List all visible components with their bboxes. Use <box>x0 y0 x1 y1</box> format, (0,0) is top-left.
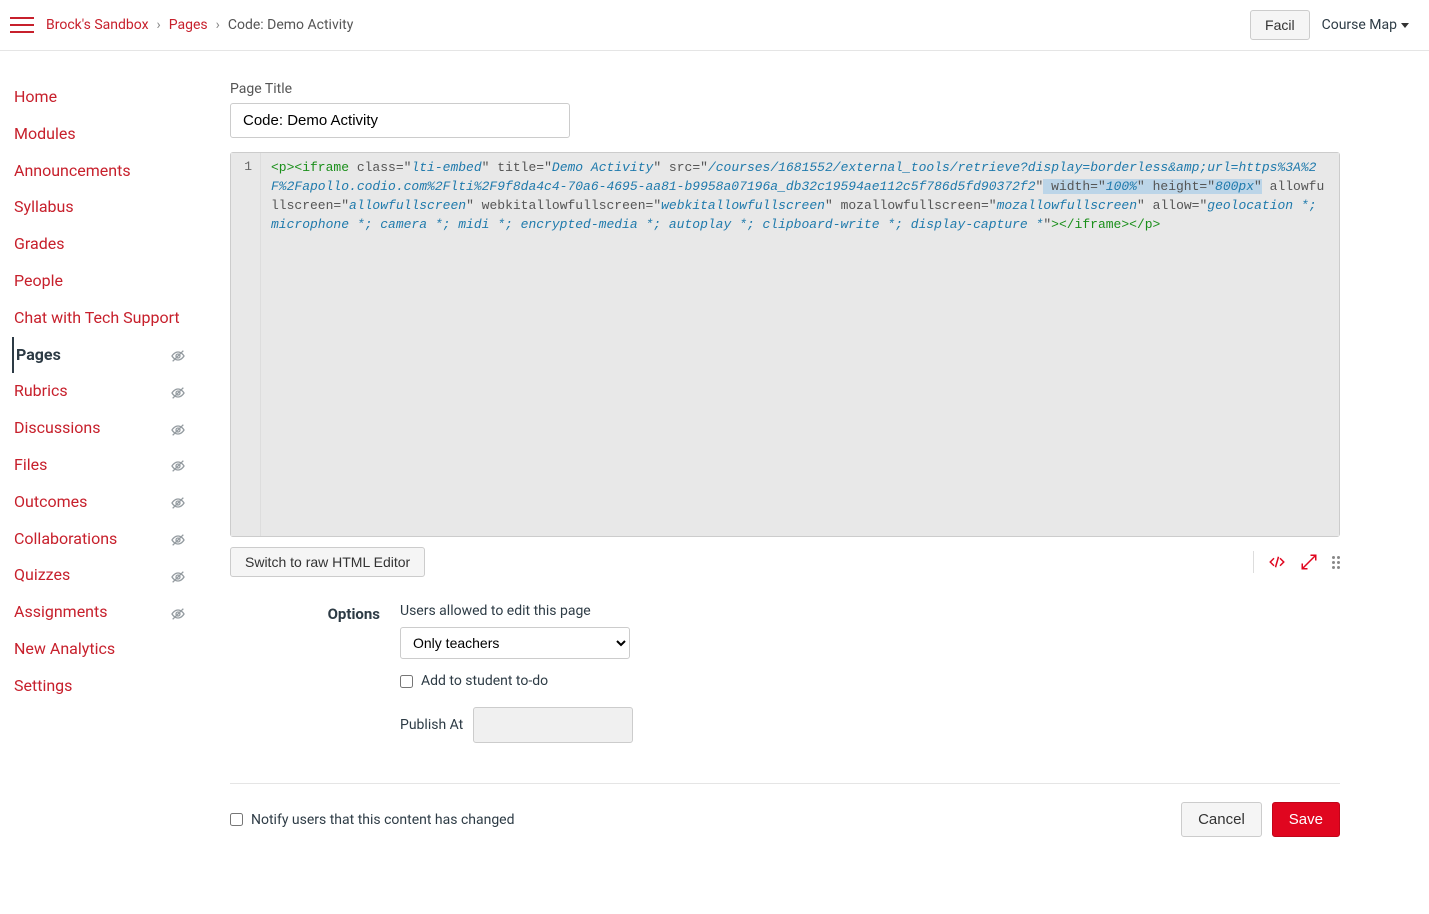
hidden-icon <box>170 422 186 438</box>
hidden-icon <box>170 458 186 474</box>
sidenav-link[interactable]: Assignments <box>14 602 108 623</box>
options-section: Options Users allowed to edit this page … <box>230 603 1340 743</box>
sidenav-link[interactable]: Home <box>14 87 57 108</box>
publish-at-label: Publish At <box>400 717 463 733</box>
sidenav-link[interactable]: Grades <box>14 234 64 255</box>
sidenav-item-collaborations[interactable]: Collaborations <box>14 521 200 558</box>
sidenav-link[interactable]: New Analytics <box>14 639 115 660</box>
sidenav: Home Modules Announcements Syllabus Grades Pe… <box>0 51 200 857</box>
options-label: Options <box>230 603 380 743</box>
editor-footer: Switch to raw HTML Editor <box>230 547 1340 577</box>
topbar: Brock's Sandbox › Pages › Code: Demo Act… <box>0 0 1429 51</box>
topbar-right: Facil Course Map <box>1250 10 1409 40</box>
sidenav-item-modules[interactable]: Modules <box>14 116 200 153</box>
html-editor[interactable]: 1 <p><iframe class="lti-embed" title="De… <box>230 152 1340 537</box>
edit-permissions-select[interactable]: Only teachers <box>400 627 630 659</box>
sidenav-link[interactable]: Rubrics <box>14 381 68 402</box>
chevron-right-icon: › <box>157 17 161 33</box>
sidenav-item-assignments[interactable]: Assignments <box>14 594 200 631</box>
options-hint: Users allowed to edit this page <box>400 603 1340 619</box>
sidenav-link[interactable]: Pages <box>16 345 61 366</box>
todo-checkbox[interactable] <box>400 675 413 688</box>
hidden-icon <box>170 569 186 585</box>
sidenav-link[interactable]: Settings <box>14 676 72 697</box>
course-map-dropdown[interactable]: Course Map <box>1322 17 1409 33</box>
page-title-input[interactable] <box>230 103 570 138</box>
sidenav-item-outcomes[interactable]: Outcomes <box>14 484 200 521</box>
hidden-icon <box>170 385 186 401</box>
hidden-icon <box>170 532 186 548</box>
sidenav-item-grades[interactable]: Grades <box>14 226 200 263</box>
chevron-right-icon: › <box>216 17 220 33</box>
breadcrumb-sandbox[interactable]: Brock's Sandbox <box>46 17 149 33</box>
course-map-label: Course Map <box>1322 17 1397 33</box>
hidden-icon <box>170 606 186 622</box>
sidenav-link[interactable]: Syllabus <box>14 197 74 218</box>
caret-down-icon <box>1401 23 1409 28</box>
topbar-left: Brock's Sandbox › Pages › Code: Demo Act… <box>10 17 353 33</box>
switch-editor-button[interactable]: Switch to raw HTML Editor <box>230 547 425 577</box>
sidenav-item-settings[interactable]: Settings <box>14 668 200 705</box>
sidenav-link[interactable]: Quizzes <box>14 565 70 586</box>
sidenav-item-new-analytics[interactable]: New Analytics <box>14 631 200 668</box>
publish-at-input[interactable] <box>473 707 633 743</box>
facil-button[interactable]: Facil <box>1250 10 1310 40</box>
code-view-icon[interactable] <box>1268 553 1286 571</box>
breadcrumb: Brock's Sandbox › Pages › Code: Demo Act… <box>46 17 353 33</box>
breadcrumb-current: Code: Demo Activity <box>228 17 353 33</box>
page-title-label: Page Title <box>230 81 1340 97</box>
sidenav-item-quizzes[interactable]: Quizzes <box>14 557 200 594</box>
line-number: 1 <box>231 159 252 174</box>
sidenav-item-announcements[interactable]: Announcements <box>14 153 200 190</box>
page-footer: Notify users that this content has chang… <box>230 783 1340 837</box>
main-content: Page Title 1 <p><iframe class="lti-embed… <box>200 51 1380 857</box>
editor-tools <box>1253 551 1340 573</box>
sidenav-item-chat-with-tech-support[interactable]: Chat with Tech Support <box>14 300 200 337</box>
sidenav-item-syllabus[interactable]: Syllabus <box>14 189 200 226</box>
sidenav-item-people[interactable]: People <box>14 263 200 300</box>
editor-code-area[interactable]: <p><iframe class="lti-embed" title="Demo… <box>261 153 1339 536</box>
sidenav-item-home[interactable]: Home <box>14 79 200 116</box>
hidden-icon <box>170 348 186 364</box>
sidenav-link[interactable]: Announcements <box>14 161 131 182</box>
hamburger-icon[interactable] <box>10 17 34 33</box>
fullscreen-icon[interactable] <box>1300 553 1318 571</box>
save-button[interactable]: Save <box>1272 802 1340 837</box>
sidenav-link[interactable]: People <box>14 271 63 292</box>
sidenav-item-discussions[interactable]: Discussions <box>14 410 200 447</box>
sidenav-link[interactable]: Modules <box>14 124 76 145</box>
sidenav-item-rubrics[interactable]: Rubrics <box>14 373 200 410</box>
notify-checkbox[interactable] <box>230 813 243 826</box>
sidenav-link[interactable]: Files <box>14 455 47 476</box>
todo-label: Add to student to-do <box>421 673 548 689</box>
sidenav-link[interactable]: Outcomes <box>14 492 87 513</box>
sidenav-link[interactable]: Collaborations <box>14 529 117 550</box>
separator <box>1253 551 1254 573</box>
sidenav-item-pages[interactable]: Pages <box>12 337 200 374</box>
sidenav-link[interactable]: Chat with Tech Support <box>14 308 180 329</box>
drag-handle-icon[interactable] <box>1332 556 1340 569</box>
sidenav-item-files[interactable]: Files <box>14 447 200 484</box>
editor-gutter: 1 <box>231 153 261 536</box>
cancel-button[interactable]: Cancel <box>1181 802 1262 837</box>
hidden-icon <box>170 495 186 511</box>
sidenav-link[interactable]: Discussions <box>14 418 100 439</box>
breadcrumb-pages[interactable]: Pages <box>169 17 208 33</box>
notify-label: Notify users that this content has chang… <box>251 812 515 828</box>
